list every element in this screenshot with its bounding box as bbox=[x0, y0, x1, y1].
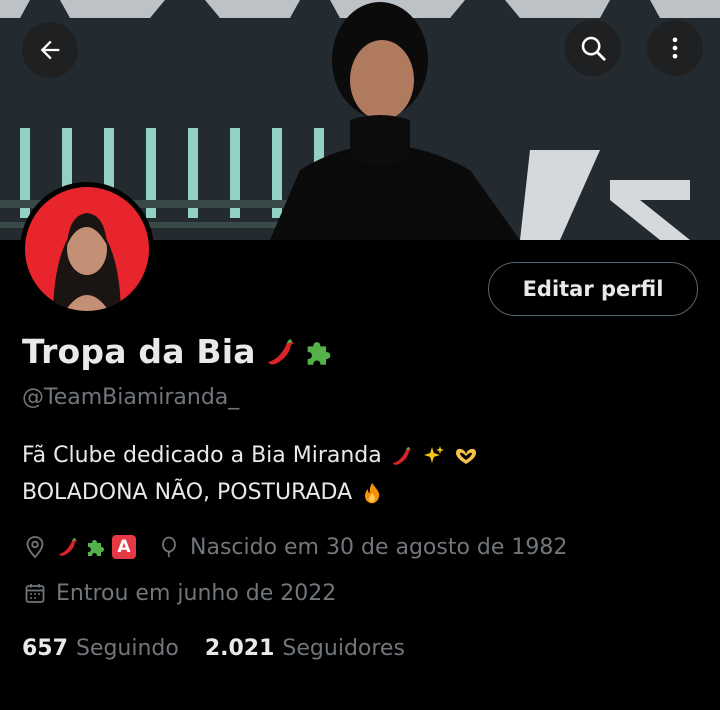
chili-pepper-icon bbox=[267, 338, 294, 364]
avatar-frame[interactable] bbox=[20, 182, 154, 316]
location-pin-icon bbox=[22, 534, 48, 560]
chili-pepper-icon bbox=[59, 538, 77, 556]
following-label: Seguindo bbox=[75, 636, 179, 661]
fire-icon bbox=[365, 482, 380, 503]
bio-line-2: BOLADONA NÃO, POSTURADA bbox=[22, 480, 353, 505]
handle: @TeamBiamiranda_ bbox=[22, 385, 240, 410]
puzzle-piece-icon bbox=[88, 540, 104, 556]
location-birth-row: A Nascido em 30 de agosto de 1982 bbox=[22, 534, 567, 560]
chili-pepper-icon bbox=[392, 446, 411, 465]
birthday-balloon-icon bbox=[156, 534, 182, 560]
followers-count: 2.021 bbox=[204, 636, 275, 661]
display-name: Tropa da Bia bbox=[22, 332, 256, 371]
puzzle-piece-icon bbox=[307, 341, 331, 365]
birth-date: Nascido em 30 de agosto de 1982 bbox=[190, 534, 568, 560]
following-count: 657 bbox=[22, 636, 68, 661]
more-button[interactable] bbox=[647, 20, 703, 76]
heart-hands-icon bbox=[455, 448, 476, 464]
name-row: Tropa da Bia bbox=[22, 332, 336, 371]
letter-a-badge: A bbox=[112, 535, 136, 559]
avatar bbox=[25, 187, 149, 311]
bio: Fã Clube dedicado a Bia Miranda BOLADONA… bbox=[22, 437, 478, 511]
back-button[interactable] bbox=[22, 22, 78, 78]
search-icon bbox=[581, 36, 606, 61]
following-link[interactable]: 657 Seguindo bbox=[22, 636, 179, 661]
followers-label: Seguidores bbox=[282, 636, 405, 661]
follow-stats: 657 Seguindo 2.021 Seguidores bbox=[22, 636, 405, 661]
bio-line-1: Fã Clube dedicado a Bia Miranda bbox=[22, 443, 382, 468]
arrow-left-icon bbox=[40, 40, 60, 60]
search-button[interactable] bbox=[565, 20, 621, 76]
location-emojis: A bbox=[56, 535, 136, 559]
more-vertical-icon bbox=[672, 37, 678, 59]
joined-row: Entrou em junho de 2022 bbox=[22, 580, 336, 606]
calendar-icon bbox=[22, 580, 48, 606]
joined-date: Entrou em junho de 2022 bbox=[56, 580, 337, 606]
edit-profile-button[interactable]: Editar perfil bbox=[488, 262, 698, 316]
sparkles-icon bbox=[423, 445, 444, 463]
followers-link[interactable]: 2.021 Seguidores bbox=[205, 636, 405, 661]
